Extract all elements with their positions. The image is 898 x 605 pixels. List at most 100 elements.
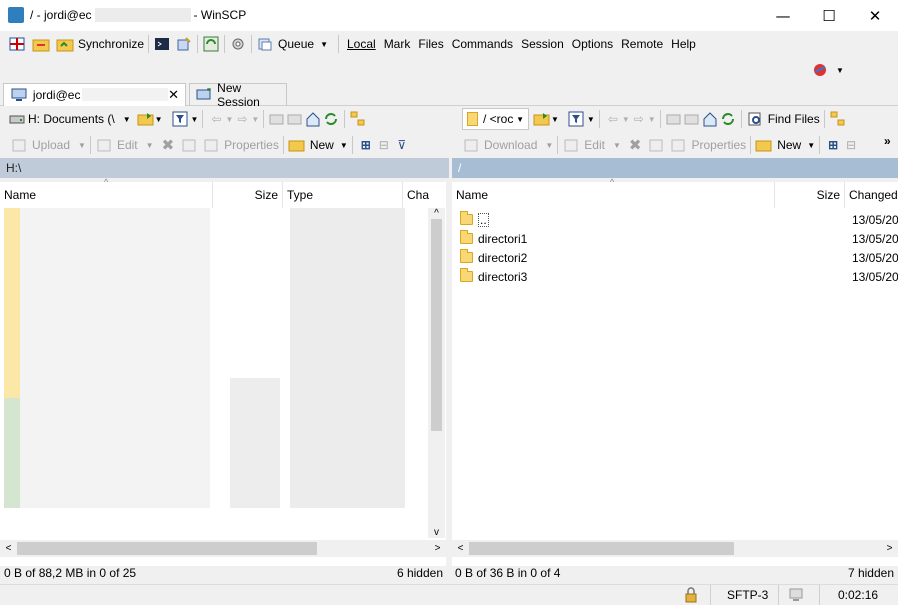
close-button[interactable]: ✕ (852, 0, 898, 31)
root-dir-icon[interactable] (286, 110, 304, 128)
putty-icon[interactable] (175, 35, 193, 53)
pane-splitter[interactable] (449, 106, 452, 584)
new-dropdown-icon[interactable]: ▼ (340, 141, 348, 150)
new-folder-icon[interactable] (755, 136, 773, 154)
gear-icon[interactable] (229, 35, 247, 53)
back-icon[interactable]: ⇦ (604, 110, 622, 128)
filter-icon[interactable] (567, 110, 585, 128)
left-col-size[interactable]: Size (213, 182, 283, 208)
menu-session[interactable]: Session (521, 37, 564, 51)
menu-local[interactable]: Local (347, 37, 376, 51)
download-button[interactable]: Download (484, 138, 537, 152)
right-horizontal-scrollbar[interactable]: < > (452, 540, 898, 557)
synchronize-button[interactable]: Synchronize (78, 37, 144, 51)
session-dropdown-icon[interactable]: ▼ (836, 66, 844, 75)
open-folder-icon[interactable] (137, 110, 155, 128)
menu-mark[interactable]: Mark (384, 37, 411, 51)
forward-icon[interactable]: ⇨ (233, 110, 251, 128)
right-col-changed[interactable]: Changed (845, 182, 898, 208)
left-file-list[interactable]: Name Size Type Cha ^ ^ v < > (0, 177, 446, 566)
back-dropdown-icon[interactable]: ▼ (225, 115, 233, 124)
table-row[interactable]: directori2 13/05/20 (452, 248, 898, 267)
open-folder-dropdown-icon[interactable]: ▼ (551, 115, 559, 124)
refresh-icon[interactable] (322, 110, 340, 128)
rename-icon[interactable] (647, 136, 665, 154)
scroll-right-icon[interactable]: > (429, 543, 446, 554)
queue-icon[interactable] (256, 35, 274, 53)
table-row[interactable]: directori1 13/05/20 (452, 229, 898, 248)
select-all-icon[interactable]: ⊞ (824, 136, 842, 154)
edit-dropdown-icon[interactable]: ▼ (613, 141, 621, 150)
table-row[interactable]: directori3 13/05/20 (452, 267, 898, 286)
download-icon[interactable] (462, 136, 480, 154)
properties-icon[interactable] (202, 136, 220, 154)
maximize-button[interactable]: ☐ (806, 0, 852, 31)
menu-commands[interactable]: Commands (452, 37, 513, 51)
new-folder-icon[interactable] (288, 136, 306, 154)
open-folder-dropdown-icon[interactable]: ▼ (155, 115, 163, 124)
delete-icon[interactable]: ✖ (629, 136, 642, 154)
queue-dropdown-icon[interactable]: ▼ (320, 40, 328, 49)
menu-help[interactable]: Help (671, 37, 696, 51)
download-dropdown-icon[interactable]: ▼ (545, 141, 553, 150)
refresh-session-icon[interactable] (202, 35, 220, 53)
filter-icon[interactable] (171, 110, 189, 128)
edit-button[interactable]: Edit (117, 138, 138, 152)
forward-dropdown-icon[interactable]: ▼ (648, 115, 656, 124)
properties-button[interactable]: Properties (691, 138, 746, 152)
scroll-thumb[interactable] (469, 542, 734, 555)
right-col-size[interactable]: Size (775, 182, 845, 208)
parent-dir-icon[interactable] (665, 110, 683, 128)
scroll-up-icon[interactable]: ^ (428, 208, 445, 219)
scroll-thumb[interactable] (17, 542, 317, 555)
tree-icon[interactable] (349, 110, 367, 128)
forward-dropdown-icon[interactable]: ▼ (251, 115, 259, 124)
deselect-icon[interactable]: ⊟ (842, 136, 860, 154)
filter-mark-icon[interactable]: ⊽ (393, 136, 411, 154)
deselect-icon[interactable]: ⊟ (375, 136, 393, 154)
minimize-button[interactable]: — (760, 0, 806, 31)
path-dropdown-icon[interactable]: ▼ (516, 115, 524, 124)
home-icon[interactable] (304, 110, 322, 128)
refresh-icon[interactable] (719, 110, 737, 128)
tree-icon[interactable] (829, 110, 847, 128)
upload-dropdown-icon[interactable]: ▼ (78, 141, 86, 150)
properties-icon[interactable] (669, 136, 687, 154)
new-dropdown-icon[interactable]: ▼ (807, 141, 815, 150)
scroll-left-icon[interactable]: < (0, 543, 17, 554)
edit-dropdown-icon[interactable]: ▼ (146, 141, 154, 150)
drive-dropdown-icon[interactable]: ▼ (123, 115, 131, 124)
left-hidden-count[interactable]: 6 hidden (397, 566, 443, 580)
compare-icon[interactable] (8, 35, 26, 53)
tab-session[interactable]: jordi@ec ✕ (3, 82, 186, 106)
upload-button[interactable]: Upload (32, 138, 70, 152)
parent-dir-icon[interactable] (268, 110, 286, 128)
scroll-down-icon[interactable]: v (428, 527, 445, 538)
left-horizontal-scrollbar[interactable]: < > (0, 540, 446, 557)
edit-button[interactable]: Edit (584, 138, 605, 152)
back-dropdown-icon[interactable]: ▼ (622, 115, 630, 124)
scroll-left-icon[interactable]: < (452, 543, 469, 554)
forward-icon[interactable]: ⇨ (630, 110, 648, 128)
scroll-thumb[interactable] (431, 219, 442, 431)
back-icon[interactable]: ⇦ (207, 110, 225, 128)
open-folder-icon[interactable] (533, 110, 551, 128)
console-icon[interactable] (153, 35, 171, 53)
menu-options[interactable]: Options (572, 37, 613, 51)
synchronize-icon[interactable] (56, 35, 74, 53)
drive-selector[interactable]: H: Documents (\ (28, 112, 115, 126)
edit-icon[interactable] (95, 136, 113, 154)
remote-path-selector[interactable]: / <roc ▼ (462, 108, 529, 130)
menu-files[interactable]: Files (418, 37, 443, 51)
scroll-right-icon[interactable]: > (881, 543, 898, 554)
properties-button[interactable]: Properties (224, 138, 279, 152)
toolbar-overflow-icon[interactable]: » (884, 134, 891, 148)
table-row[interactable]: .. 13/05/20 (452, 210, 898, 229)
menu-remote[interactable]: Remote (621, 37, 663, 51)
queue-button[interactable]: Queue (278, 37, 314, 51)
close-tab-icon[interactable]: ✕ (168, 87, 179, 103)
find-files-icon[interactable] (746, 110, 764, 128)
root-dir-icon[interactable] (683, 110, 701, 128)
sync-folders-icon[interactable] (32, 35, 50, 53)
select-all-icon[interactable]: ⊞ (357, 136, 375, 154)
